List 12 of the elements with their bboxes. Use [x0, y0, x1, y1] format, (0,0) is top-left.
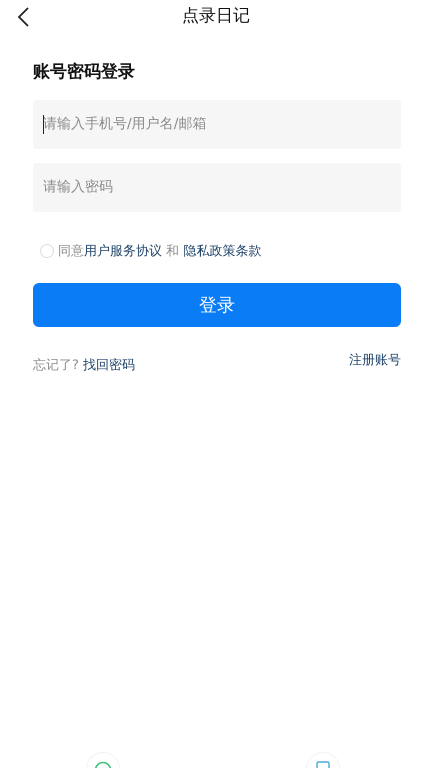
section-heading: 账号密码登录 — [33, 61, 136, 84]
login-button[interactable]: 登录 — [33, 283, 401, 327]
register-link[interactable]: 注册账号 — [349, 351, 401, 376]
forgot-text: 忘记了? 找回密码 — [33, 357, 136, 375]
privacy-link[interactable]: 隐私政策条款 — [183, 244, 262, 258]
agreement-text: 同意用户服务协议 和 隐私政策条款 — [58, 242, 262, 260]
agree-checkbox[interactable] — [40, 244, 54, 258]
recover-password-link[interactable]: 找回密码 — [83, 358, 136, 373]
page-title: 点录日记 — [182, 5, 250, 28]
account-field[interactable]: 请输入手机号/用户名/邮箱 — [33, 100, 401, 148]
terms-link[interactable]: 用户服务协议 — [84, 244, 162, 258]
password-field[interactable]: 请输入密码 — [33, 162, 401, 212]
